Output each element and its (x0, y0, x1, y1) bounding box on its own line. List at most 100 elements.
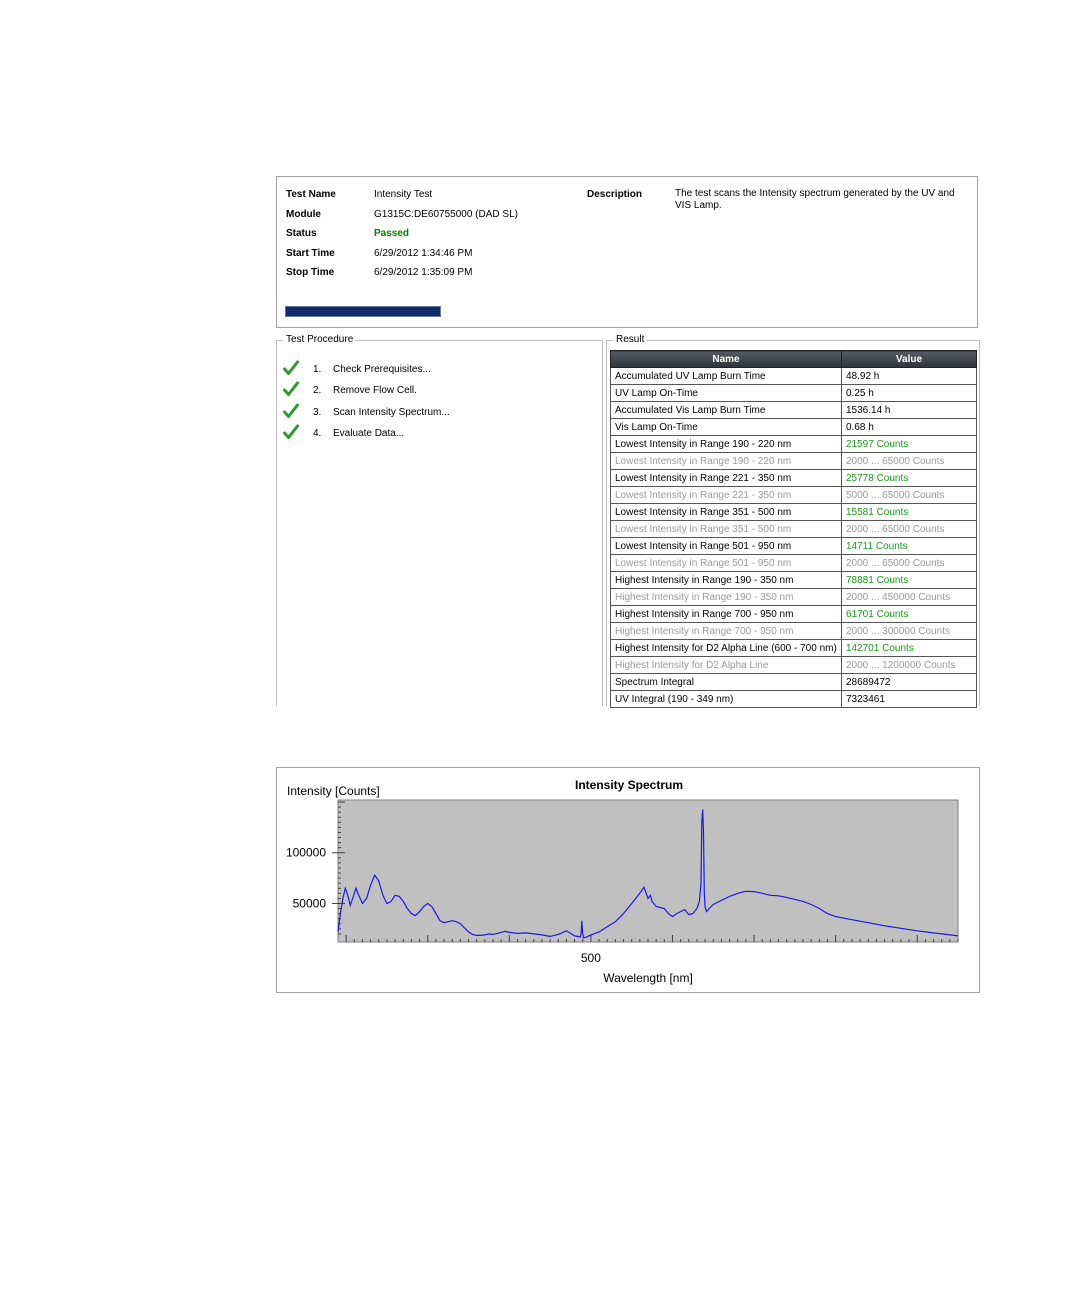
row-value: 5000 ... 65000 Counts (841, 486, 977, 504)
row-name: Lowest Intensity in Range 190 - 220 nm (610, 435, 842, 453)
chart-svg: Intensity Spectrum Intensity [Counts] Wa… (286, 778, 959, 985)
row-value: 21597 Counts (841, 435, 977, 453)
table-row[interactable]: Vis Lamp On-Time 0.68 h (610, 418, 977, 436)
y-tick-label: 100000 (286, 846, 326, 860)
row-value: 2000 ... 450000 Counts (841, 588, 977, 606)
step-label: Remove Flow Cell. (333, 385, 417, 396)
table-row[interactable]: Highest Intensity in Range 700 - 950 nm 2… (610, 622, 977, 640)
checkmark-icon (283, 424, 299, 443)
row-name: Lowest Intensity in Range 501 - 950 nm (610, 554, 842, 572)
row-name: UV Lamp On-Time (610, 384, 842, 402)
result-group: Result Name Value Accumulated UV Lamp Bu… (606, 334, 980, 708)
test-name-value: Intensity Test (374, 189, 433, 200)
description-label: Description (587, 189, 643, 200)
row-value: 142701 Counts (841, 639, 977, 657)
row-value: 15581 Counts (841, 503, 977, 521)
row-name: Accumulated Vis Lamp Burn Time (610, 401, 842, 419)
stop-time-label: Stop Time (286, 267, 335, 278)
checkmark-icon (283, 403, 299, 422)
step-number: 4. (313, 428, 322, 439)
row-name: Accumulated UV Lamp Burn Time (610, 367, 842, 385)
chart-title: Intensity Spectrum (575, 778, 683, 792)
row-name: Highest Intensity for D2 Alpha Line (600… (610, 639, 842, 657)
table-row[interactable]: Lowest Intensity in Range 221 - 350 nm 25… (610, 469, 977, 487)
result-body: Accumulated UV Lamp Burn Time 48.92 h UV L… (610, 367, 977, 708)
test-procedure-title: Test Procedure (283, 334, 357, 345)
row-name: Lowest Intensity in Range 351 - 500 nm (610, 520, 842, 538)
progress-fill (286, 307, 440, 316)
progress-bar (285, 306, 441, 317)
row-name: Highest Intensity in Range 190 - 350 nm (610, 588, 842, 606)
table-row[interactable]: Lowest Intensity in Range 190 - 220 nm 20… (610, 452, 977, 470)
y-tick-label: 50000 (293, 896, 327, 910)
row-name: Lowest Intensity in Range 221 - 350 nm (610, 486, 842, 504)
procedure-step: 1. Check Prerequisites... (283, 359, 583, 379)
row-value: 61701 Counts (841, 605, 977, 623)
module-value: G1315C:DE60755000 (DAD SL) (374, 209, 518, 220)
row-value: 2000 ... 65000 Counts (841, 452, 977, 470)
column-header-name[interactable]: Name (610, 350, 842, 368)
row-value: 25778 Counts (841, 469, 977, 487)
table-row[interactable]: Accumulated UV Lamp Burn Time 48.92 h (610, 367, 977, 385)
procedure-step: 2. Remove Flow Cell. (283, 381, 583, 401)
column-header-value[interactable]: Value (841, 350, 977, 368)
test-procedure-group: Test Procedure 1. Check Prerequisites... 2… (276, 334, 603, 706)
table-row[interactable]: Accumulated Vis Lamp Burn Time 1536.14 h (610, 401, 977, 419)
result-table: Name Value Accumulated UV Lamp Burn Time… (610, 350, 977, 708)
table-row[interactable]: Highest Intensity for D2 Alpha Line (600… (610, 639, 977, 657)
start-time-label: Start Time (286, 248, 335, 259)
table-row[interactable]: Lowest Intensity in Range 501 - 950 nm 14… (610, 537, 977, 555)
step-number: 1. (313, 363, 322, 375)
procedure-step: 3. Scan Intensity Spectrum... (283, 402, 583, 422)
test-info-panel: Test Name Intensity Test Module G1315C:D… (276, 176, 978, 328)
row-name: Lowest Intensity in Range 501 - 950 nm (610, 537, 842, 555)
row-value: 0.68 h (841, 418, 977, 436)
table-row[interactable]: Spectrum Integral 28689472 (610, 673, 977, 691)
table-row[interactable]: Lowest Intensity in Range 351 - 500 nm 20… (610, 520, 977, 538)
row-value: 2000 ... 1200000 Counts (841, 656, 977, 674)
row-value: 2000 ... 65000 Counts (841, 554, 977, 572)
table-row[interactable]: Lowest Intensity in Range 501 - 950 nm 20… (610, 554, 977, 572)
row-value: 14711 Counts (841, 537, 977, 555)
row-value: 78881 Counts (841, 571, 977, 589)
step-number: 3. (313, 406, 322, 418)
checkmark-icon (283, 381, 299, 400)
status-label: Status (286, 228, 317, 239)
intensity-spectrum-chart: Intensity Spectrum Intensity [Counts] Wa… (276, 767, 980, 993)
status-value: Passed (374, 228, 410, 239)
row-name: Lowest Intensity in Range 190 - 220 nm (610, 452, 842, 470)
row-name: Lowest Intensity in Range 351 - 500 nm (610, 503, 842, 521)
table-row[interactable]: Lowest Intensity in Range 351 - 500 nm 15… (610, 503, 977, 521)
table-row[interactable]: UV Integral (190 - 349 nm) 7323461 (610, 690, 977, 708)
row-name: Highest Intensity in Range 190 - 350 nm (610, 571, 842, 589)
table-row[interactable]: UV Lamp On-Time 0.25 h (610, 384, 977, 402)
step-label: Evaluate Data... (333, 428, 405, 439)
row-name: Highest Intensity for D2 Alpha Line (610, 656, 842, 674)
row-name: Lowest Intensity in Range 221 - 350 nm (610, 469, 842, 487)
description-value: The test scans the Intensity spectrum ge… (675, 188, 955, 211)
x-tick-label: 500 (581, 951, 601, 965)
table-row[interactable]: Highest Intensity in Range 190 - 350 nm 2… (610, 588, 977, 606)
start-time-value: 6/29/2012 1:34:46 PM (374, 248, 473, 259)
checkmark-icon (283, 360, 299, 379)
step-label: Check Prerequisites... (333, 363, 431, 375)
procedure-step: 4. Evaluate Data... (283, 424, 583, 444)
row-value: 1536.14 h (841, 401, 977, 419)
row-name: Vis Lamp On-Time (610, 418, 842, 436)
table-row[interactable]: Highest Intensity in Range 190 - 350 nm 7… (610, 571, 977, 589)
step-number: 2. (313, 385, 322, 396)
row-value: 2000 ... 65000 Counts (841, 520, 977, 538)
table-row[interactable]: Lowest Intensity in Range 221 - 350 nm 50… (610, 486, 977, 504)
test-name-label: Test Name (286, 189, 336, 200)
table-row[interactable]: Lowest Intensity in Range 190 - 220 nm 21… (610, 435, 977, 453)
table-row[interactable]: Highest Intensity for D2 Alpha Line 2000 … (610, 656, 977, 674)
row-value: 48.92 h (841, 367, 977, 385)
row-name: Highest Intensity in Range 700 - 950 nm (610, 605, 842, 623)
row-value: 2000 ... 300000 Counts (841, 622, 977, 640)
step-label: Scan Intensity Spectrum... (333, 406, 450, 418)
y-axis-label: Intensity [Counts] (287, 784, 380, 798)
result-header-row: Name Value (610, 350, 977, 368)
table-row[interactable]: Highest Intensity in Range 700 - 950 nm 6… (610, 605, 977, 623)
stop-time-value: 6/29/2012 1:35:09 PM (374, 267, 473, 278)
plot-area (337, 799, 959, 943)
